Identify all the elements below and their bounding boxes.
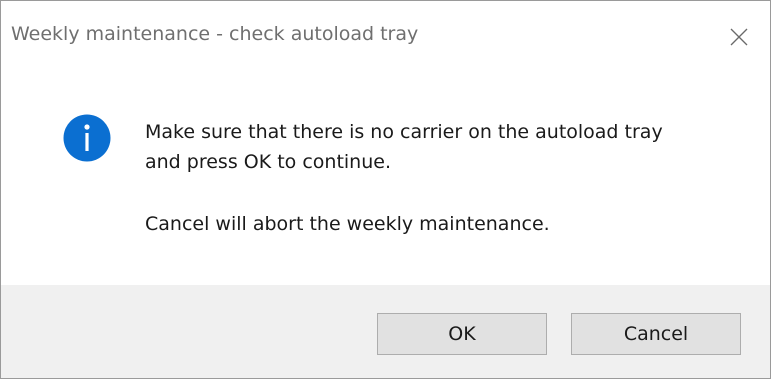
button-bar: OK Cancel [1, 285, 770, 378]
ok-button[interactable]: OK [377, 313, 547, 355]
window-title: Weekly maintenance - check autoload tray [11, 23, 419, 45]
message-text-line-3: Cancel will abort the weekly maintenance… [145, 213, 550, 235]
close-icon [730, 28, 748, 46]
message-area: Make sure that there is no carrier on th… [1, 85, 770, 285]
info-icon [63, 114, 111, 162]
message-dialog: Weekly maintenance - check autoload tray… [0, 0, 771, 379]
close-button[interactable] [708, 1, 770, 77]
title-bar: Weekly maintenance - check autoload tray [1, 1, 770, 85]
cancel-button[interactable]: Cancel [571, 313, 741, 355]
message-text-line-1: Make sure that there is no carrier on th… [145, 121, 663, 143]
message-text-line-2: and press OK to continue. [145, 151, 391, 173]
